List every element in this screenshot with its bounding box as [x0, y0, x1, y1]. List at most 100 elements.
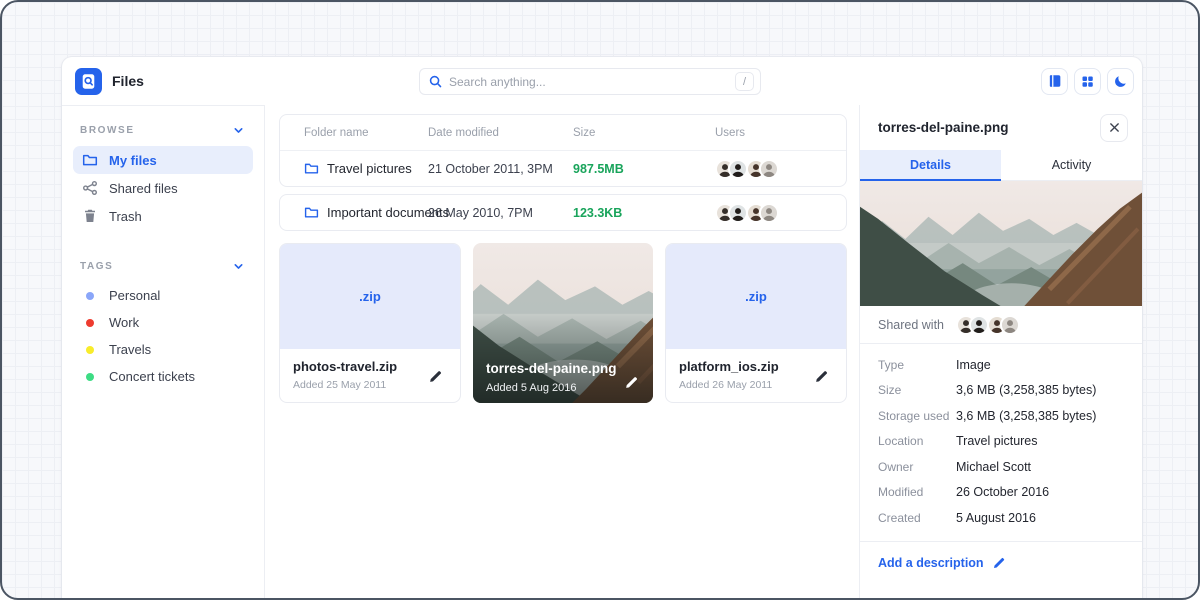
moon-icon: [1113, 74, 1128, 89]
trash-icon: [82, 208, 98, 224]
date-modified: 26 May 2010, 7PM: [428, 206, 573, 220]
file-added-date: Added 25 May 2011: [293, 379, 397, 391]
sidebar: BROWSE My files Shared files Trash: [62, 105, 265, 600]
edit-file-button[interactable]: [424, 365, 447, 388]
tag-color-dot: [86, 346, 94, 354]
share-icon: [82, 180, 98, 196]
folder-size: 987.5MB: [573, 162, 715, 176]
file-added-date: Added 26 May 2011: [679, 379, 779, 391]
tag-color-dot: [86, 292, 94, 300]
tag-label: Personal: [109, 288, 160, 303]
app-window: Files /: [62, 57, 1142, 600]
detail-row-type: Type Image: [878, 352, 1124, 378]
book-icon: [1047, 73, 1063, 89]
app-title: Files: [112, 73, 144, 89]
tags-section-header: TAGS: [73, 254, 253, 282]
apps-grid-button[interactable]: [1074, 68, 1101, 95]
user-avatar: [1000, 315, 1020, 335]
browse-section-header: BROWSE: [73, 118, 253, 146]
search-shortcut-badge: /: [735, 72, 754, 91]
file-name: torres-del-paine.png: [486, 361, 617, 376]
sidebar-item-trash[interactable]: Trash: [73, 202, 253, 230]
file-name: platform_ios.zip: [679, 359, 779, 374]
file-card-torres-del-paine[interactable]: torres-del-paine.png Added 5 Aug 2016: [473, 243, 653, 403]
column-users: Users: [715, 127, 822, 139]
tag-concert-tickets[interactable]: Concert tickets: [73, 363, 253, 390]
panel-image-preview: [860, 181, 1142, 306]
tag-label: Travels: [109, 342, 151, 357]
grid-icon: [1080, 74, 1095, 89]
tags-collapse-chevron-icon[interactable]: [230, 258, 246, 274]
detail-row-size: Size 3,6 MB (3,258,385 bytes): [878, 378, 1124, 404]
tag-label: Work: [109, 315, 139, 330]
detail-row-modified: Modified 26 October 2016: [878, 480, 1124, 506]
users-avatars: [715, 159, 822, 179]
tab-activity[interactable]: Activity: [1001, 150, 1142, 181]
sidebar-item-label: My files: [109, 153, 157, 168]
panel-tabs: Details Activity: [860, 150, 1142, 181]
file-added-date: Added 5 Aug 2016: [486, 382, 617, 394]
folders-table-row-card: Important documents 26 May 2010, 7PM 123…: [279, 194, 847, 231]
file-name: photos-travel.zip: [293, 359, 397, 374]
sidebar-item-my-files[interactable]: My files: [73, 146, 253, 174]
folder-icon: [82, 152, 98, 168]
sidebar-item-label: Shared files: [109, 181, 178, 196]
tag-label: Concert tickets: [109, 369, 195, 384]
close-icon: [1109, 122, 1120, 133]
panel-file-title: torres-del-paine.png: [878, 120, 1009, 135]
app-logo-icon: [75, 68, 102, 95]
file-card-photos-travel[interactable]: .zip photos-travel.zip Added 25 May 2011: [279, 243, 461, 403]
tag-color-dot: [86, 319, 94, 327]
column-folder-name: Folder name: [304, 127, 428, 139]
folder-size: 123.3KB: [573, 206, 715, 220]
tag-personal[interactable]: Personal: [73, 282, 253, 309]
close-panel-button[interactable]: [1100, 114, 1128, 142]
search-input[interactable]: [449, 75, 728, 89]
sidebar-item-shared-files[interactable]: Shared files: [73, 174, 253, 202]
users-avatars: [715, 203, 822, 223]
tag-travels[interactable]: Travels: [73, 336, 253, 363]
folder-icon: [304, 161, 319, 176]
user-avatar: [759, 159, 779, 179]
file-details-list: Type Image Size 3,6 MB (3,258,385 bytes)…: [860, 344, 1142, 542]
pencil-icon: [992, 556, 1006, 570]
detail-row-created: Created 5 August 2016: [878, 505, 1124, 531]
tag-work[interactable]: Work: [73, 309, 253, 336]
user-avatar: [728, 159, 748, 179]
browse-section-label: BROWSE: [80, 125, 135, 136]
dark-mode-button[interactable]: [1107, 68, 1134, 95]
desktop-background: Files /: [0, 0, 1200, 600]
main-content: Folder name Date modified Size Users Tra…: [265, 105, 859, 600]
user-avatar: [759, 203, 779, 223]
folder-icon: [304, 205, 319, 220]
file-cards: .zip photos-travel.zip Added 25 May 2011: [279, 243, 847, 403]
file-card-platform-ios[interactable]: .zip platform_ios.zip Added 26 May 2011: [665, 243, 847, 403]
tags-section-label: TAGS: [80, 261, 113, 272]
detail-row-location: Location Travel pictures: [878, 429, 1124, 455]
zip-preview: .zip: [280, 244, 460, 349]
details-panel: torres-del-paine.png Details Activity Sh…: [859, 105, 1142, 600]
user-avatar: [969, 315, 989, 335]
edit-file-button[interactable]: [620, 371, 643, 394]
user-avatar: [728, 203, 748, 223]
browse-collapse-chevron-icon[interactable]: [230, 122, 246, 138]
header-actions: [1041, 68, 1134, 95]
date-modified: 21 October 2011, 3PM: [428, 162, 573, 176]
edit-file-button[interactable]: [810, 365, 833, 388]
detail-row-owner: Owner Michael Scott: [878, 454, 1124, 480]
add-description-link[interactable]: Add a description: [860, 542, 1142, 584]
search-icon: [429, 75, 442, 88]
folders-table: Folder name Date modified Size Users Tra…: [279, 114, 847, 187]
table-row-travel-pictures[interactable]: Travel pictures 21 October 2011, 3PM 987…: [280, 151, 846, 186]
shared-with-avatars: [956, 315, 1020, 335]
column-date-modified: Date modified: [428, 127, 573, 139]
tab-details[interactable]: Details: [860, 150, 1001, 181]
column-size: Size: [573, 127, 715, 139]
tag-color-dot: [86, 373, 94, 381]
table-row-important-documents[interactable]: Important documents 26 May 2010, 7PM 123…: [280, 195, 846, 230]
search-bar[interactable]: /: [419, 68, 761, 95]
library-button[interactable]: [1041, 68, 1068, 95]
zip-preview: .zip: [666, 244, 846, 349]
detail-row-storage-used: Storage used 3,6 MB (3,258,385 bytes): [878, 403, 1124, 429]
top-bar: Files /: [62, 57, 1142, 105]
